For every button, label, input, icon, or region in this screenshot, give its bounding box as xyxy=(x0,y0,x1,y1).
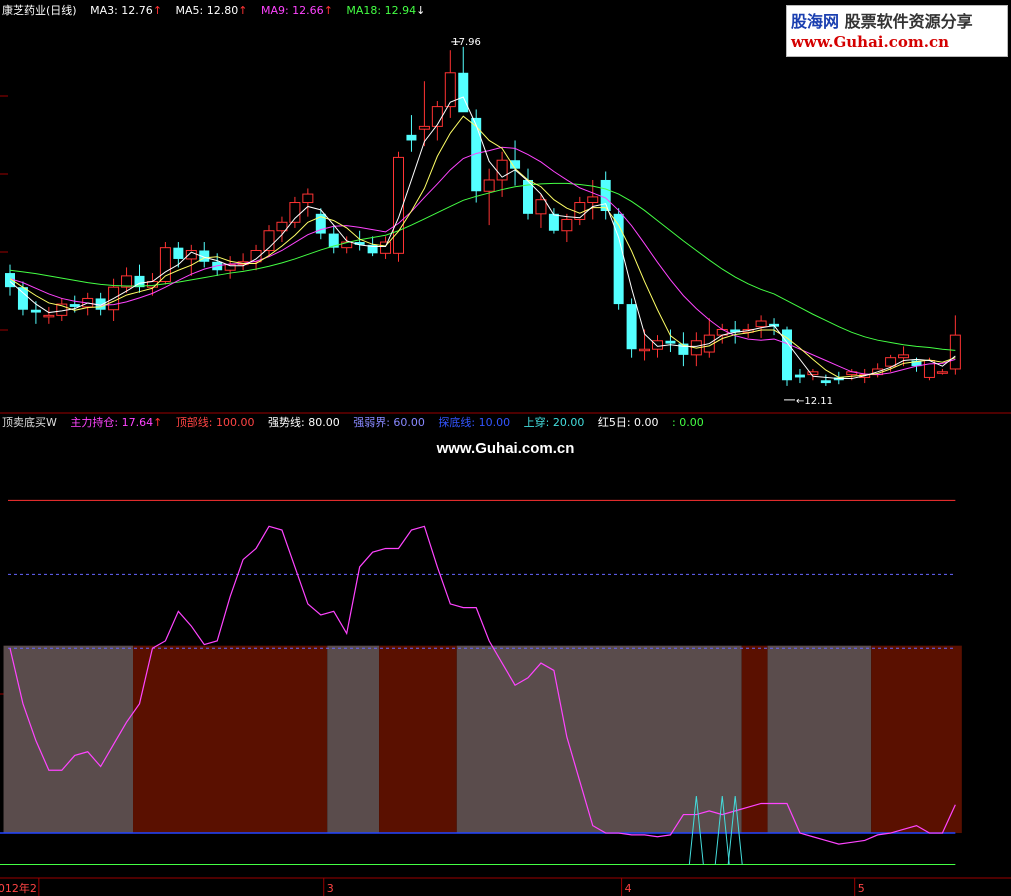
price-legend: 康芝药业(日线) MA3: 12.76↑ MA5: 12.80↑ MA9: 12… xyxy=(2,4,435,18)
signal-band-gray xyxy=(767,645,872,834)
x-tick-label: 4 xyxy=(625,882,632,895)
candle-body xyxy=(380,241,392,254)
logo-tagline: 股票软件资源分享 xyxy=(844,12,973,31)
trend-arrow: ↑ xyxy=(153,416,163,429)
watermark: www.Guhai.com.cn xyxy=(436,440,575,457)
candle-body xyxy=(458,72,469,113)
signal-bands xyxy=(3,645,962,834)
candlesticks xyxy=(5,46,961,386)
x-tick-label: 2012年2 xyxy=(0,881,37,895)
candle-body xyxy=(418,125,430,130)
x-tick-label: 3 xyxy=(327,882,334,895)
candle-body xyxy=(639,348,651,352)
logo-brand: 股海网 xyxy=(791,12,840,31)
legend-strong-line: 强势线: 80.00 xyxy=(268,416,340,429)
legend-ma18: MA18: 12.94↓ xyxy=(346,4,426,17)
candle-body xyxy=(626,304,637,350)
legend-red5: 红5日: 0.00 xyxy=(597,416,659,429)
candle-body xyxy=(30,309,41,313)
legend-boundary-line: 强弱界: 60.00 xyxy=(353,416,425,429)
candle-body xyxy=(393,156,404,254)
candle-body xyxy=(652,340,663,350)
legend-ma9: MA9: 12.66↑ xyxy=(260,4,333,17)
ma18-line xyxy=(9,182,956,351)
candle-body xyxy=(949,334,961,370)
legend-holding: 主力持仓: 17.64↑ xyxy=(70,416,163,429)
signal-band-red xyxy=(871,645,962,834)
x-tick-label: 5 xyxy=(858,882,865,895)
candle-body xyxy=(444,72,456,108)
ma9-line xyxy=(9,146,956,376)
candle-body xyxy=(665,340,676,344)
trend-arrow: ↑ xyxy=(152,4,163,17)
candle-body xyxy=(431,106,443,127)
legend-bottom-line: 探底线: 10.00 xyxy=(438,416,511,429)
candle-body xyxy=(43,314,55,318)
stock-title: 康芝药业(日线) xyxy=(2,4,77,17)
candle-body xyxy=(794,374,805,378)
candle-body xyxy=(600,179,611,211)
candle-body xyxy=(510,160,521,169)
candle-body xyxy=(289,202,301,223)
candle-body xyxy=(755,320,767,328)
candle-body xyxy=(885,357,897,367)
signal-band-red xyxy=(379,645,457,834)
legend-top-line: 顶部线: 100.00 xyxy=(175,416,255,429)
indicator-legend: 顶卖底买W 主力持仓: 17.64↑ 顶部线: 100.00 强势线: 80.0… xyxy=(2,416,714,430)
high-label: 17.96 xyxy=(452,37,481,48)
site-logo: 股海网 股票软件资源分享 www.Guhai.com.cn xyxy=(786,5,1008,57)
low-label: ←12.11 xyxy=(796,396,833,407)
candle-body xyxy=(17,287,28,310)
signal-band-gray xyxy=(327,645,380,834)
candle-body xyxy=(406,134,417,141)
signal-band-gray xyxy=(3,645,134,834)
indicator-title: 顶卖底买W xyxy=(2,416,57,429)
trend-arrow: ↓ xyxy=(416,4,426,17)
legend-extra: : 0.00 xyxy=(672,416,704,429)
legend-ma3: MA3: 12.76↑ xyxy=(90,4,163,17)
candle-body xyxy=(173,247,184,259)
candle-body xyxy=(548,213,559,231)
candle-body xyxy=(561,218,573,232)
annotations: 17.96 ←12.11 xyxy=(451,37,833,407)
candle-body xyxy=(936,371,948,374)
candle-body xyxy=(302,193,314,204)
candle-body xyxy=(898,354,910,359)
signal-band-red xyxy=(133,645,328,834)
logo-url: www.Guhai.com.cn xyxy=(791,33,949,51)
signal-band-gray xyxy=(456,645,742,834)
candle-body xyxy=(95,298,106,310)
moving-averages xyxy=(9,96,956,380)
trend-arrow: ↑ xyxy=(323,4,333,17)
candle-body xyxy=(820,380,831,384)
x-axis: 2012年2 3 4 5 xyxy=(0,878,865,896)
candle-body xyxy=(483,179,495,192)
legend-ma5: MA5: 12.80↑ xyxy=(175,4,248,17)
ma3-line xyxy=(9,96,956,380)
candle-body xyxy=(535,199,547,215)
legend-up-cross: 上穿: 20.00 xyxy=(523,416,585,429)
candle-body xyxy=(923,360,935,378)
candle-body xyxy=(574,202,586,220)
ma5-line xyxy=(9,115,956,378)
trend-arrow: ↑ xyxy=(238,4,248,17)
candle-body xyxy=(69,304,80,307)
candle-body xyxy=(587,196,599,204)
